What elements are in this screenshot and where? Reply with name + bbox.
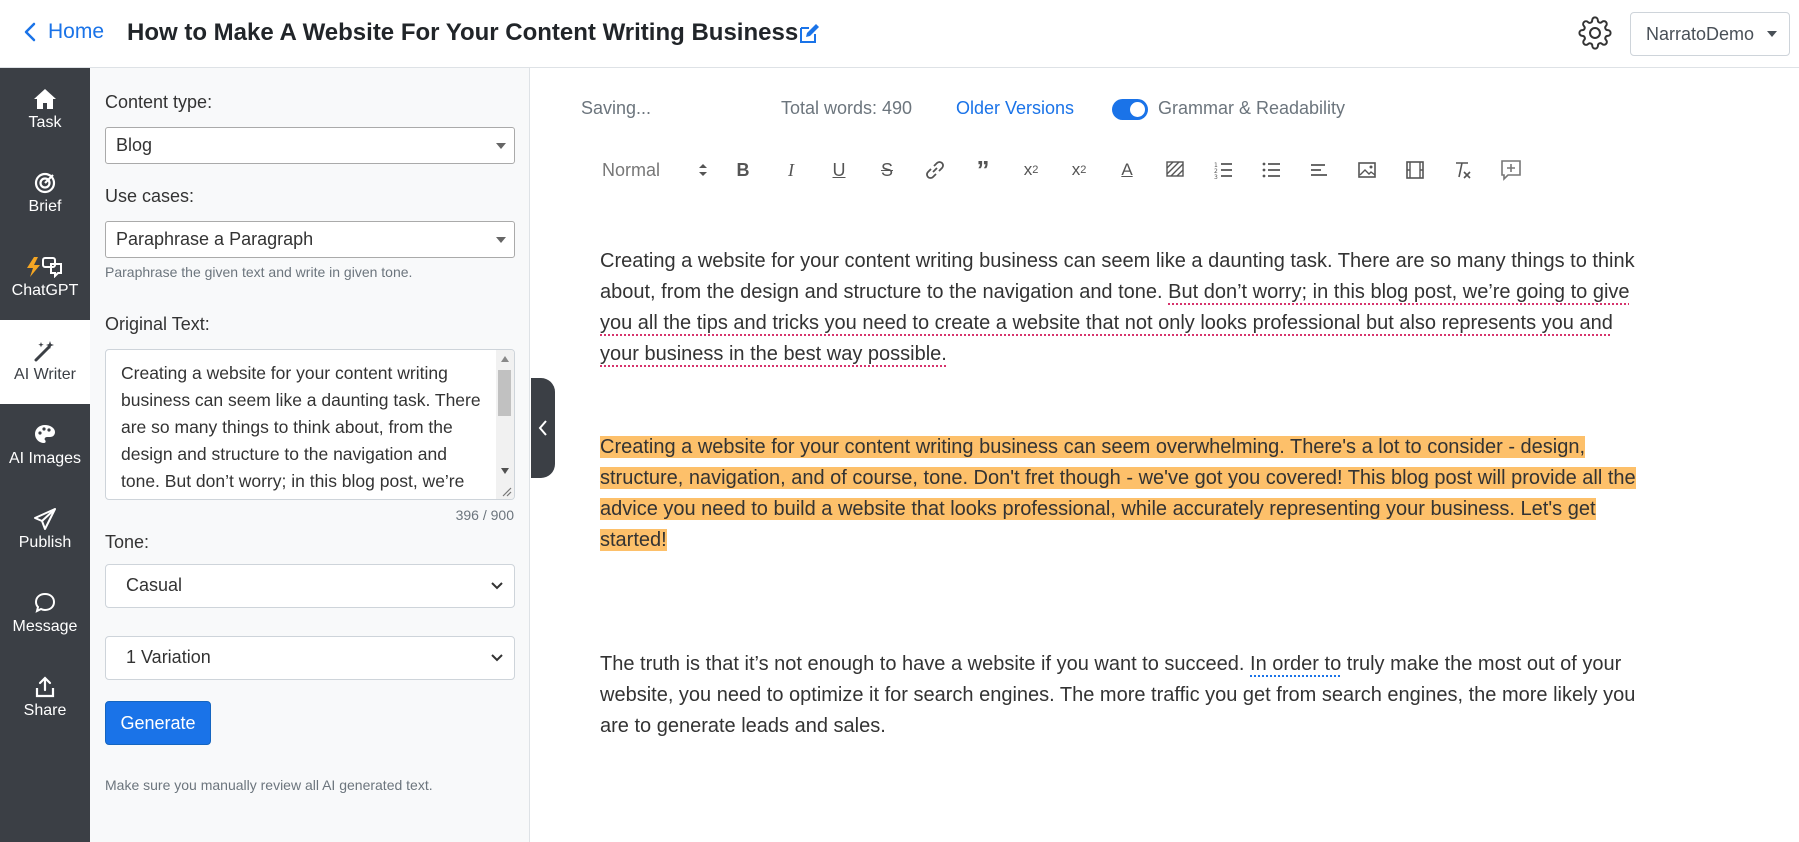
- tone-value: Casual: [126, 575, 183, 595]
- chevron-left-icon: [24, 22, 36, 42]
- chevron-down-icon: [491, 654, 503, 662]
- readability-suggestion[interactable]: In order to: [1250, 653, 1341, 675]
- left-nav-rail: Task Brief ChatGPT AI Writer AI Images P…: [0, 68, 90, 842]
- target-icon: [34, 172, 56, 194]
- underline-icon[interactable]: U: [825, 154, 853, 186]
- caret-down-icon: [496, 143, 506, 149]
- rail-item-message[interactable]: Message: [0, 572, 90, 656]
- chat-bolt-icon: [27, 257, 62, 278]
- tone-select[interactable]: Casual: [105, 564, 515, 608]
- content-type-value: Blog: [116, 135, 153, 155]
- send-icon: [34, 508, 56, 530]
- grammar-toggle[interactable]: [1112, 99, 1148, 120]
- paragraph-text: The truth is that it’s not enough to hav…: [600, 653, 1251, 675]
- text-color-icon[interactable]: A: [1113, 154, 1141, 186]
- message-icon: [34, 592, 56, 613]
- editor-paragraph-highlighted[interactable]: Creating a website for your content writ…: [600, 432, 1645, 556]
- rail-item-task[interactable]: Task: [0, 68, 90, 152]
- page-title: How to Make A Website For Your Content W…: [127, 19, 799, 46]
- format-select[interactable]: Normal: [596, 154, 708, 186]
- user-menu-dropdown[interactable]: NarratoDemo: [1630, 12, 1790, 56]
- toggle-knob: [1130, 102, 1145, 117]
- rail-item-ai-writer[interactable]: AI Writer: [0, 320, 90, 404]
- collapse-panel-button[interactable]: [531, 378, 555, 478]
- svg-text:3: 3: [1214, 174, 1218, 180]
- sort-arrows-icon: [699, 164, 707, 176]
- edit-icon[interactable]: [798, 23, 820, 45]
- magic-wand-icon: [34, 341, 54, 362]
- palette-icon: [35, 425, 55, 443]
- variations-select[interactable]: 1 Variation: [105, 636, 515, 680]
- save-status: Saving...: [581, 98, 652, 118]
- rail-label: Brief: [28, 198, 62, 215]
- bold-icon[interactable]: B: [729, 154, 757, 186]
- scroll-down-icon[interactable]: [501, 468, 509, 474]
- word-count: Total words: 490: [781, 98, 913, 118]
- original-text-area[interactable]: Creating a website for your content writ…: [105, 349, 515, 500]
- image-icon[interactable]: [1353, 154, 1381, 186]
- generate-button[interactable]: Generate: [105, 701, 211, 745]
- rail-item-brief[interactable]: Brief: [0, 152, 90, 236]
- top-header: Home How to Make A Website For Your Cont…: [0, 0, 1799, 68]
- rail-item-publish[interactable]: Publish: [0, 488, 90, 572]
- italic-icon[interactable]: I: [777, 154, 805, 186]
- superscript-icon[interactable]: x2: [1065, 154, 1093, 186]
- blockquote-icon[interactable]: ”: [969, 154, 997, 186]
- use-case-select[interactable]: Paraphrase a Paragraph: [105, 221, 515, 258]
- format-select-value: Normal: [602, 160, 661, 180]
- rail-label: AI Images: [8, 450, 82, 467]
- video-icon[interactable]: [1401, 154, 1429, 186]
- bullet-list-icon[interactable]: [1257, 154, 1285, 186]
- gear-icon[interactable]: [1578, 16, 1612, 50]
- background-color-icon[interactable]: [1161, 154, 1189, 186]
- chevron-left-icon: [538, 420, 547, 436]
- ai-review-note: Make sure you manually review all AI gen…: [105, 777, 433, 793]
- use-case-value: Paraphrase a Paragraph: [116, 229, 314, 249]
- char-count: 396 / 900: [455, 507, 514, 523]
- editor-paragraph[interactable]: Creating a website for your content writ…: [600, 246, 1645, 370]
- content-type-label: Content type:: [105, 92, 213, 112]
- grammar-toggle-label: Grammar & Readability: [1158, 98, 1346, 118]
- rail-label: AI Writer: [14, 366, 76, 383]
- ai-generated-text: Creating a website for your content writ…: [600, 436, 1636, 551]
- align-icon[interactable]: [1305, 154, 1333, 186]
- clear-format-icon[interactable]: [1449, 154, 1477, 186]
- strikethrough-icon[interactable]: S: [873, 154, 901, 186]
- rail-item-chatgpt[interactable]: ChatGPT: [0, 236, 90, 320]
- variations-value: 1 Variation: [126, 647, 211, 667]
- resize-grip-icon[interactable]: [500, 485, 512, 497]
- editor-paragraph[interactable]: The truth is that it’s not enough to hav…: [600, 649, 1645, 742]
- share-icon: [35, 676, 55, 698]
- rail-label: Task: [28, 114, 62, 131]
- older-versions-link[interactable]: Older Versions: [956, 98, 1074, 119]
- rail-label: ChatGPT: [11, 282, 79, 299]
- home-icon: [34, 89, 56, 109]
- rail-label: Publish: [18, 534, 72, 551]
- chevron-down-icon: [491, 582, 503, 590]
- home-link[interactable]: Home: [24, 20, 104, 44]
- rail-item-ai-images[interactable]: AI Images: [0, 404, 90, 488]
- add-comment-icon[interactable]: [1497, 154, 1525, 186]
- ordered-list-icon[interactable]: 123: [1209, 154, 1237, 186]
- caret-down-icon: [496, 237, 506, 243]
- rail-label: Message: [12, 618, 78, 635]
- home-label[interactable]: Home: [48, 20, 104, 44]
- user-menu-label: NarratoDemo: [1646, 23, 1755, 44]
- scroll-up-icon[interactable]: [501, 356, 509, 362]
- content-type-select[interactable]: Blog: [105, 127, 515, 164]
- tone-label: Tone:: [105, 532, 150, 552]
- use-case-hint: Paraphrase the given text and write in g…: [105, 264, 413, 280]
- scrollbar-thumb[interactable]: [498, 370, 511, 416]
- caret-down-icon: [1767, 31, 1777, 37]
- use-cases-label: Use cases:: [105, 186, 195, 206]
- subscript-icon[interactable]: x2: [1017, 154, 1045, 186]
- link-icon[interactable]: [921, 154, 949, 186]
- rail-label: Share: [23, 702, 67, 719]
- rail-item-share[interactable]: Share: [0, 656, 90, 740]
- original-text-label: Original Text:: [105, 314, 210, 334]
- original-text-content[interactable]: Creating a website for your content writ…: [121, 360, 486, 499]
- ai-writer-panel: Content type: Blog Use cases: Paraphrase…: [90, 68, 530, 842]
